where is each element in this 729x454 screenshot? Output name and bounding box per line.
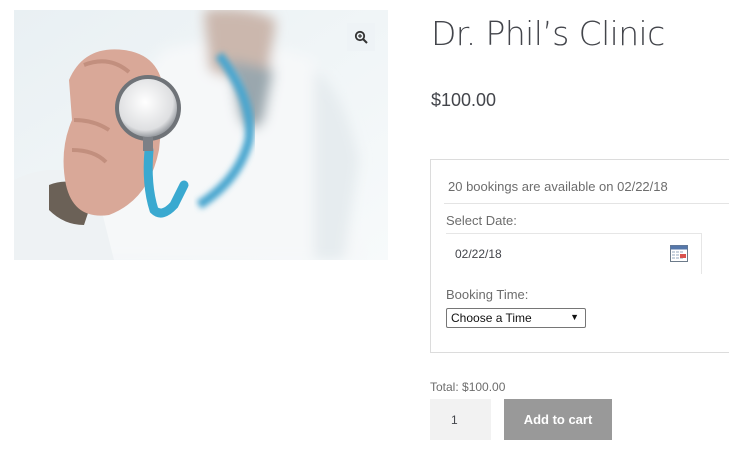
dropdown-arrow-icon: ▼: [570, 312, 579, 322]
booking-time-label: Booking Time:: [446, 287, 529, 302]
date-value: 02/22/18: [455, 247, 502, 261]
booking-form: 20 bookings are available on 02/22/18 Se…: [430, 159, 729, 353]
time-select-value: Choose a Time: [451, 311, 532, 325]
product-price: $100.00: [431, 90, 497, 110]
select-date-label: Select Date:: [446, 213, 517, 228]
add-to-cart-button[interactable]: Add to cart: [504, 399, 612, 440]
booking-time-select[interactable]: Choose a Time ▼: [446, 308, 586, 328]
product-image[interactable]: [14, 10, 388, 260]
quantity-input[interactable]: 1: [430, 399, 491, 440]
zoom-in-icon: [354, 30, 368, 44]
total-price: Total: $100.00: [430, 380, 506, 394]
doctor-photo: [14, 10, 388, 260]
availability-text: 20 bookings are available on 02/22/18: [448, 179, 668, 194]
divider: [444, 203, 729, 204]
product-title: Dr. Phil’s Clinic: [431, 14, 665, 53]
zoom-button[interactable]: [347, 23, 375, 51]
calendar-icon[interactable]: [670, 245, 688, 267]
date-field[interactable]: 02/22/18: [446, 233, 702, 274]
